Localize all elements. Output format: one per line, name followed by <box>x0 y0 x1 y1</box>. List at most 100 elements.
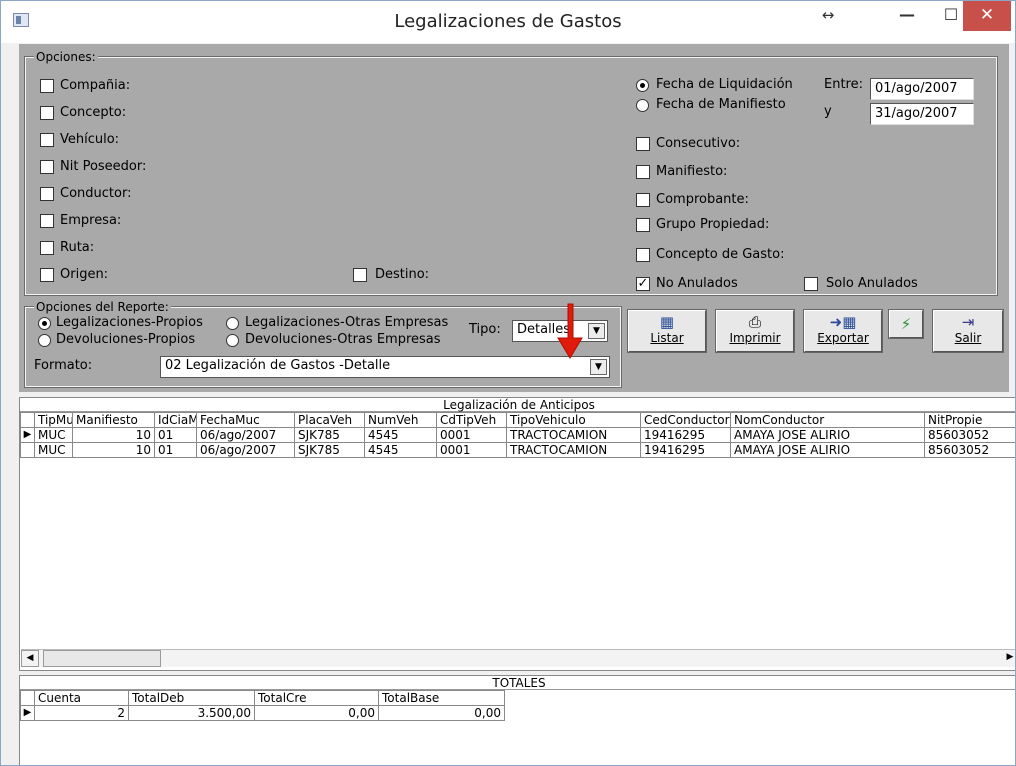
filter-button[interactable]: ⚡ <box>888 309 924 339</box>
totales-cell[interactable]: 0,00 <box>378 705 505 721</box>
no-anulados-checkbox[interactable]: ✓ <box>636 277 650 291</box>
table-row[interactable]: MUC 10 01 06/ago/2007 SJK785 4545 0001 TRACTOCA… <box>20 442 1015 458</box>
scroll-thumb[interactable] <box>43 650 161 667</box>
listar-button[interactable]: ▦ Listar <box>627 309 707 353</box>
conductor-checkbox[interactable] <box>40 187 54 201</box>
table-cell[interactable]: 06/ago/2007 <box>196 442 295 458</box>
column-header[interactable]: FechaMuc <box>196 412 295 428</box>
column-header[interactable]: IdCiaM <box>154 412 197 428</box>
resize-icon[interactable]: ↔ <box>813 1 843 31</box>
table-cell[interactable]: 4545 <box>364 442 437 458</box>
export-icon: ➜▦ <box>829 313 857 331</box>
minimize-button[interactable]: — <box>887 1 927 31</box>
column-header[interactable]: Manifiesto <box>72 412 155 428</box>
consecutivo-checkbox[interactable] <box>636 137 650 151</box>
table-cell[interactable]: 01 <box>154 427 197 443</box>
formato-select[interactable]: 02 Legalización de Gastos -Detalle ▼ <box>160 356 610 378</box>
comprobante-checkbox[interactable] <box>636 193 650 207</box>
fecha-liquidacion-radio[interactable] <box>636 79 649 92</box>
horizontal-scrollbar[interactable]: ◀ ▶ <box>21 649 1015 667</box>
table-cell[interactable]: 0001 <box>436 427 507 443</box>
column-header[interactable]: NumVeh <box>364 412 437 428</box>
consecutivo-label: Consecutivo: <box>656 136 741 151</box>
totales-cell[interactable]: 3.500,00 <box>128 705 255 721</box>
table-cell[interactable]: AMAYA JOSE ALIRIO <box>730 427 925 443</box>
vehiculo-checkbox[interactable] <box>40 133 54 147</box>
table-cell[interactable]: MUC <box>34 427 73 443</box>
table-cell[interactable]: 19416295 <box>640 427 731 443</box>
column-header[interactable]: PlacaVeh <box>294 412 365 428</box>
table-cell[interactable]: 85603052 <box>924 427 1015 443</box>
table-cell[interactable]: MUC <box>34 442 73 458</box>
legalizaciones-propios-label: Legalizaciones-Propios <box>56 315 203 330</box>
legalizaciones-otras-radio[interactable] <box>226 317 239 330</box>
fecha-manifiesto-radio[interactable] <box>636 99 649 112</box>
chevron-down-icon[interactable]: ▼ <box>590 359 607 375</box>
table-cell[interactable]: SJK785 <box>294 427 365 443</box>
legalizaciones-propios-radio[interactable] <box>38 317 51 330</box>
manifiesto-checkbox[interactable] <box>636 165 650 179</box>
chevron-down-icon[interactable]: ▼ <box>588 323 605 339</box>
devoluciones-otras-radio[interactable] <box>226 334 239 347</box>
opciones-legend: Opciones: <box>34 50 98 64</box>
table-row[interactable]: ▶ MUC 10 01 06/ago/2007 SJK785 4545 0001 TRACTOC… <box>20 427 1015 443</box>
exportar-button[interactable]: ➜▦ Exportar <box>803 309 883 353</box>
filter-icon: ⚡ <box>900 315 912 333</box>
totales-column-header[interactable]: TotalCre <box>254 690 379 706</box>
totales-row[interactable]: ▶ 2 3.500,00 0,00 0,00 <box>20 705 505 721</box>
column-header[interactable]: CedConductor <box>640 412 731 428</box>
concepto-label: Concepto: <box>60 105 127 120</box>
column-header[interactable]: NitPropie <box>924 412 1015 428</box>
salir-button[interactable]: ⇥ Salir <box>932 309 1004 353</box>
row-indicator: ▶ <box>20 705 35 721</box>
table-cell[interactable]: TRACTOCAMION <box>506 427 641 443</box>
devoluciones-otras-label: Devoluciones-Otras Empresas <box>245 332 441 347</box>
grupo-propiedad-checkbox[interactable] <box>636 218 650 232</box>
totales-column-header[interactable]: Cuenta <box>34 690 129 706</box>
no-anulados-label: No Anulados <box>656 276 738 291</box>
grid-caption: Legalización de Anticipos <box>20 398 1015 412</box>
table-cell[interactable]: AMAYA JOSE ALIRIO <box>730 442 925 458</box>
solo-anulados-checkbox[interactable] <box>804 277 818 291</box>
scroll-right-icon[interactable]: ▶ <box>1001 650 1015 667</box>
table-cell[interactable]: 06/ago/2007 <box>196 427 295 443</box>
row-indicator-header <box>20 412 35 428</box>
legalizacion-table: TipMucManifiestoIdCiaMFechaMucPlacaVehNu… <box>20 412 1015 458</box>
totales-column-header[interactable]: TotalBase <box>378 690 505 706</box>
column-header[interactable]: CdTipVeh <box>436 412 507 428</box>
devoluciones-propios-radio[interactable] <box>38 334 51 347</box>
table-cell[interactable]: 01 <box>154 442 197 458</box>
table-cell[interactable]: 10 <box>72 427 155 443</box>
totales-cell[interactable]: 0,00 <box>254 705 379 721</box>
column-header[interactable]: NomConductor <box>730 412 925 428</box>
column-header[interactable]: TipoVehiculo <box>506 412 641 428</box>
close-button[interactable]: ✕ <box>963 1 1011 31</box>
empresa-checkbox[interactable] <box>40 214 54 228</box>
scroll-left-icon[interactable]: ◀ <box>21 650 39 667</box>
solo-anulados-label: Solo Anulados <box>826 276 918 291</box>
entre-label: Entre: <box>824 77 863 92</box>
table-cell[interactable]: SJK785 <box>294 442 365 458</box>
column-header[interactable]: TipMuc <box>34 412 73 428</box>
concepto-checkbox[interactable] <box>40 106 54 120</box>
ruta-checkbox[interactable] <box>40 241 54 255</box>
row-indicator-header <box>20 690 35 706</box>
fecha-desde-input[interactable]: 01/ago/2007 <box>870 78 974 100</box>
imprimir-button[interactable]: ⎙ Imprimir <box>715 309 795 353</box>
table-cell[interactable]: 10 <box>72 442 155 458</box>
table-cell[interactable]: TRACTOCAMION <box>506 442 641 458</box>
concepto-gasto-checkbox[interactable] <box>636 248 650 262</box>
row-indicator: ▶ <box>20 427 35 443</box>
totales-column-header[interactable]: TotalDeb <box>128 690 255 706</box>
table-cell[interactable]: 85603052 <box>924 442 1015 458</box>
row-indicator <box>20 442 35 458</box>
destino-checkbox[interactable] <box>353 268 367 282</box>
table-cell[interactable]: 19416295 <box>640 442 731 458</box>
totales-cell[interactable]: 2 <box>34 705 129 721</box>
table-cell[interactable]: 4545 <box>364 427 437 443</box>
fecha-hasta-input[interactable]: 31/ago/2007 <box>870 103 974 125</box>
nit-poseedor-checkbox[interactable] <box>40 160 54 174</box>
table-cell[interactable]: 0001 <box>436 442 507 458</box>
compania-checkbox[interactable] <box>40 79 54 93</box>
origen-checkbox[interactable] <box>40 268 54 282</box>
